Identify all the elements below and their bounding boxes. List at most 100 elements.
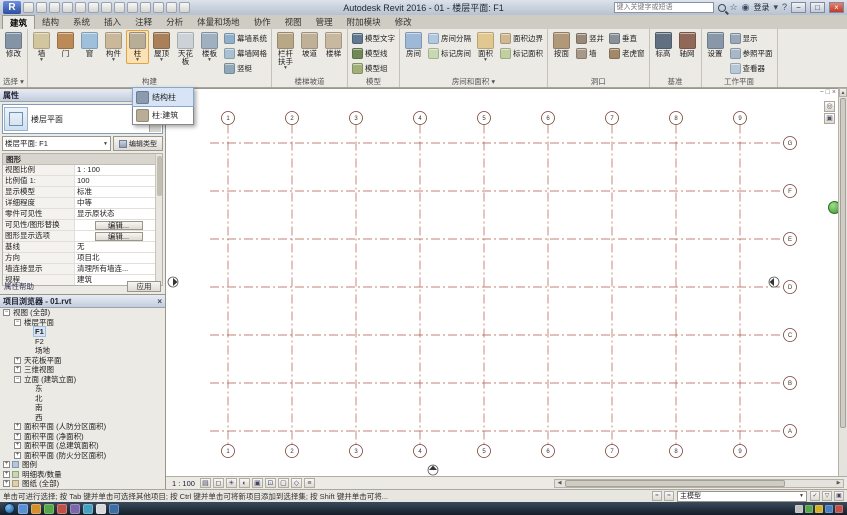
structural-column-option[interactable]: 结构柱	[132, 87, 194, 107]
tag-room-button[interactable]: 标记房间	[426, 46, 473, 60]
search-input[interactable]	[613, 2, 714, 13]
property-section-header[interactable]: 图形	[3, 154, 162, 165]
ribbon-tab[interactable]: 协作	[247, 15, 278, 29]
component-button[interactable]: 构件 ▼	[102, 30, 125, 64]
tag-area-button[interactable]: 标记面积	[498, 46, 545, 60]
window-button[interactable]: 窗	[78, 30, 101, 59]
room-button[interactable]: 房间	[402, 30, 425, 59]
property-value[interactable]: 无	[75, 242, 162, 252]
opening-by-face-button[interactable]: 按面	[550, 30, 573, 59]
text-icon[interactable]	[140, 2, 151, 13]
search-icon[interactable]	[717, 3, 726, 12]
mullion-button[interactable]: 竖梃	[222, 61, 269, 75]
thin-lines-icon[interactable]	[179, 2, 190, 13]
model-text-button[interactable]: 模型文字	[350, 31, 397, 45]
scroll-right-icon[interactable]: ▶	[834, 480, 843, 487]
ribbon-tab[interactable]: 插入	[97, 15, 128, 29]
architectural-column-option[interactable]: 柱:建筑	[133, 106, 193, 124]
viewer-button[interactable]: 查看器	[728, 61, 775, 75]
aligned-dimension-icon[interactable]	[114, 2, 125, 13]
shadows-icon[interactable]: ◐	[238, 478, 250, 488]
tray-icon[interactable]	[835, 504, 843, 513]
start-button[interactable]	[4, 503, 15, 514]
collapse-icon[interactable]: −	[3, 309, 10, 317]
edit-button[interactable]: 编辑...	[94, 232, 143, 241]
level-button[interactable]: 标高	[652, 30, 675, 59]
steering-wheel-icon[interactable]: ◎	[824, 101, 835, 112]
ref-plane-button[interactable]: 参照平面	[728, 46, 775, 60]
tree-item[interactable]: 东	[0, 384, 165, 394]
design-options-icon[interactable]: ≈	[664, 491, 674, 501]
property-value[interactable]: 清理所有墙连...	[75, 264, 162, 274]
dormer-opening-button[interactable]: 老虎窗	[607, 46, 647, 60]
vertical-opening-button[interactable]: 垂直	[607, 31, 647, 45]
shaft-opening-button[interactable]: 竖井	[574, 31, 606, 45]
ribbon-tab[interactable]: 附加模块	[340, 15, 388, 29]
scrollbar-thumb[interactable]	[840, 98, 846, 428]
area-button[interactable]: 面积 ▼	[474, 30, 497, 64]
expand-icon[interactable]: +	[14, 356, 21, 364]
tray-icon[interactable]	[825, 504, 833, 513]
taskbar-app-icon[interactable]	[31, 503, 41, 514]
collapse-icon[interactable]: −	[14, 318, 21, 326]
sun-path-icon[interactable]: ☀	[225, 478, 237, 488]
tree-item[interactable]: − 立面 (建筑立面)	[0, 375, 165, 385]
ribbon-tab[interactable]: 视图	[278, 15, 309, 29]
expand-icon[interactable]: +	[14, 423, 21, 431]
taskbar-app-icon[interactable]	[109, 503, 119, 514]
scroll-left-icon[interactable]: ◀	[555, 480, 564, 487]
signin-dropdown-icon[interactable]: ▾	[773, 2, 778, 13]
apply-button[interactable]: 应用	[127, 281, 161, 292]
ribbon-tab[interactable]: 注释	[128, 15, 159, 29]
signin-button[interactable]: 登录	[753, 2, 769, 13]
taskbar-app-icon[interactable]	[83, 503, 93, 514]
measure-icon[interactable]	[101, 2, 112, 13]
application-menu-button[interactable]: R	[3, 1, 21, 14]
undo-icon[interactable]	[62, 2, 73, 13]
select-toggle-icon[interactable]: ▣	[834, 491, 844, 501]
property-value[interactable]: 标准	[75, 187, 162, 197]
reveal-hidden-elements-icon[interactable]: ≡	[303, 478, 315, 488]
show-crop-region-icon[interactable]: ▢	[277, 478, 289, 488]
ribbon-tab[interactable]: 结构	[35, 15, 66, 29]
edit-button[interactable]: 编辑...	[94, 221, 143, 230]
tree-item[interactable]: F1	[0, 326, 165, 338]
vertical-scrollbar[interactable]: ▲	[838, 88, 847, 476]
ribbon-tab[interactable]: 建筑	[2, 15, 36, 29]
tree-item[interactable]: F2	[0, 337, 165, 347]
drawing-area[interactable]: 112233445566778899GFEDCBA − □ × ◎ ▣	[166, 88, 838, 476]
modify-cursor-button[interactable]: 修改	[2, 30, 25, 59]
visual-style-icon[interactable]: ◻	[212, 478, 224, 488]
project-browser-header[interactable]: 项目浏览器 - 01.rvt ×	[0, 295, 165, 308]
ceiling-button[interactable]: 天花板	[174, 30, 197, 67]
area-boundary-button[interactable]: 面积边界	[498, 31, 545, 45]
scrollbar-thumb[interactable]	[157, 156, 162, 196]
view-close-icon[interactable]: ×	[832, 89, 836, 96]
model-line-button[interactable]: 模型线	[350, 46, 397, 60]
expand-icon[interactable]: +	[3, 470, 10, 478]
green-status-ball-icon[interactable]	[828, 201, 838, 214]
help-icon[interactable]: ?	[782, 2, 787, 13]
taskbar-app-icon[interactable]	[96, 503, 106, 514]
railing-button[interactable]: 栏杆扶手 ▼	[274, 30, 297, 72]
curtain-system-button[interactable]: 幕墙系统	[222, 31, 269, 45]
expand-icon[interactable]: +	[3, 461, 10, 469]
close-icon[interactable]: ×	[157, 296, 162, 307]
door-button[interactable]: 门	[54, 30, 77, 59]
scroll-up-icon[interactable]: ▲	[839, 88, 847, 97]
room-separator-button[interactable]: 房间分隔	[426, 31, 473, 45]
filter-icon[interactable]: ▽	[822, 491, 832, 501]
redo-icon[interactable]	[75, 2, 86, 13]
tray-icon[interactable]	[815, 504, 823, 513]
instance-selector[interactable]: 楼层平面: F1 ▼	[2, 136, 111, 151]
taskbar-app-icon[interactable]	[18, 503, 28, 514]
ribbon-tab[interactable]: 管理	[309, 15, 340, 29]
ramp-button[interactable]: 坡道	[298, 30, 321, 59]
zoom-tool-icon[interactable]: ▣	[824, 113, 835, 124]
wall-button[interactable]: 墙 ▼	[30, 30, 53, 64]
sync-icon[interactable]	[49, 2, 60, 13]
roof-button[interactable]: 屋顶 ▼	[150, 30, 173, 64]
stair-button[interactable]: 楼梯	[322, 30, 345, 59]
show-work-plane-button[interactable]: 显示	[728, 31, 775, 45]
view-scale-button[interactable]: 1 : 100	[169, 478, 198, 489]
